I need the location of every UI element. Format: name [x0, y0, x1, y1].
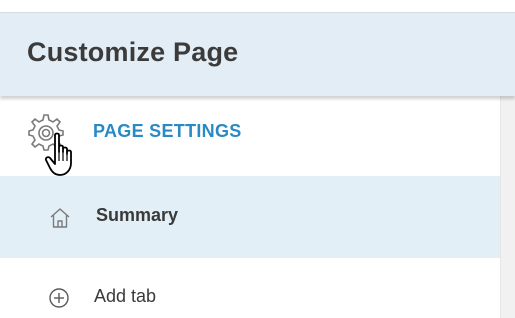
menu-item-page-settings[interactable]: PAGE SETTINGS — [0, 96, 500, 176]
panel-title: Customize Page — [27, 37, 239, 67]
menu-item-label: PAGE SETTINGS — [93, 121, 242, 141]
panel-header: Customize Page — [0, 12, 515, 96]
vertical-scrollbar[interactable] — [500, 96, 515, 318]
menu-item-add-tab[interactable]: Add tab — [0, 258, 500, 318]
home-icon — [50, 208, 70, 228]
customize-page-panel: Customize Page PAGE SETTINGS Summary Add… — [0, 0, 515, 318]
top-strip — [0, 0, 515, 12]
menu-item-label: Add tab — [94, 286, 157, 306]
menu-item-summary[interactable]: Summary — [0, 176, 500, 258]
hand-cursor-icon — [44, 132, 72, 176]
menu-item-label: Summary — [96, 205, 179, 225]
plus-circle-icon — [49, 288, 69, 308]
